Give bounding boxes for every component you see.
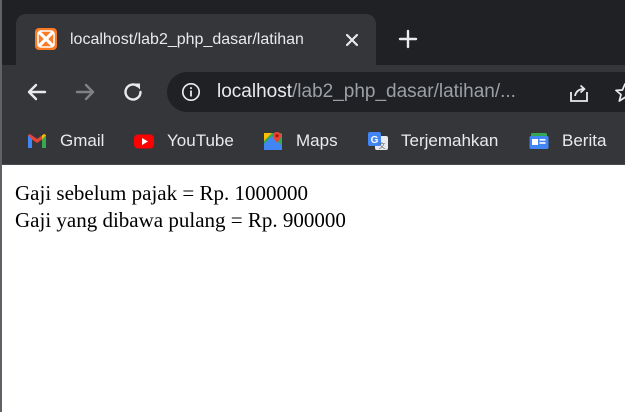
url-text: localhost/lab2_php_dasar/latihan/... — [217, 80, 516, 104]
net-salary-text: Gaji yang dibawa pulang = Rp. 900000 — [15, 208, 346, 232]
bookmark-label: YouTube — [167, 131, 234, 150]
tab-strip: localhost/lab2_php_dasar/latihan — [2, 0, 625, 65]
page-content: Gaji sebelum pajak = Rp. 1000000 Gaji ya… — [2, 166, 625, 412]
bookmark-label: Gmail — [60, 131, 105, 150]
back-arrow-icon[interactable] — [24, 79, 50, 105]
svg-text:文: 文 — [379, 141, 386, 150]
bookmark-label: Terjemahkan — [401, 131, 499, 150]
gross-salary-text: Gaji sebelum pajak = Rp. 1000000 — [15, 181, 308, 205]
address-bar[interactable]: localhost/lab2_php_dasar/latihan/... — [167, 72, 625, 112]
browser-window: localhost/lab2_php_dasar/latihan localho… — [0, 0, 625, 412]
bookmarks-bar: Gmail YouTube Maps G 文 Terjemahkan Berit… — [2, 119, 625, 165]
info-icon[interactable] — [181, 82, 201, 102]
url-host: localhost — [217, 81, 292, 102]
reload-icon[interactable] — [120, 79, 146, 105]
svg-text:G: G — [371, 135, 379, 146]
close-tab-icon[interactable] — [341, 29, 363, 51]
share-icon[interactable] — [567, 81, 591, 105]
toolbar: localhost/lab2_php_dasar/latihan/... — [2, 65, 625, 119]
news-icon — [528, 130, 550, 152]
bookmark-label: Berita — [562, 131, 607, 150]
bookmark-label: Maps — [296, 131, 338, 150]
xampp-icon — [35, 28, 57, 50]
forward-arrow-icon[interactable] — [72, 79, 98, 105]
maps-icon — [262, 130, 284, 152]
url-path: /lab2_php_dasar/latihan/... — [292, 81, 516, 102]
new-tab-icon[interactable] — [395, 26, 421, 52]
star-icon[interactable] — [613, 81, 625, 105]
tab-title: localhost/lab2_php_dasar/latihan — [70, 31, 304, 48]
youtube-icon — [133, 130, 155, 152]
active-tab[interactable]: localhost/lab2_php_dasar/latihan — [16, 14, 376, 65]
gmail-icon — [26, 130, 48, 152]
translate-icon: G 文 — [367, 130, 389, 152]
